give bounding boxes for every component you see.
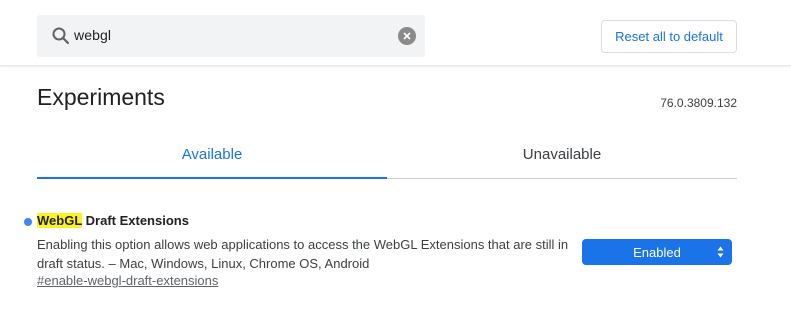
- clear-search-icon[interactable]: [398, 27, 416, 45]
- active-tab-indicator: [37, 177, 387, 179]
- search-box[interactable]: webgl: [37, 15, 425, 57]
- experiment-title: WebGL Draft Extensions: [37, 213, 189, 228]
- search-icon: [52, 27, 70, 45]
- search-highlight: WebGL: [37, 213, 83, 228]
- tab-available[interactable]: Available: [37, 130, 387, 178]
- status-dot-icon: [24, 218, 32, 226]
- experiment-description: Enabling this option allows web applicat…: [37, 237, 569, 271]
- search-input[interactable]: webgl: [74, 27, 111, 43]
- top-toolbar: webgl Reset all to default: [0, 0, 791, 66]
- page-title: Experiments: [37, 84, 165, 110]
- experiment-permalink[interactable]: #enable-webgl-draft-extensions: [37, 273, 218, 288]
- select-value: Enabled: [633, 244, 681, 260]
- version-label: 76.0.3809.132: [660, 96, 737, 110]
- experiment-state-select[interactable]: Enabled: [582, 239, 732, 265]
- tab-unavailable[interactable]: Unavailable: [387, 130, 737, 178]
- select-arrows-icon: [717, 246, 724, 258]
- experiment-title-rest: Draft Extensions: [82, 213, 189, 228]
- tab-bar: Available Unavailable: [37, 130, 737, 179]
- reset-all-button[interactable]: Reset all to default: [601, 20, 737, 53]
